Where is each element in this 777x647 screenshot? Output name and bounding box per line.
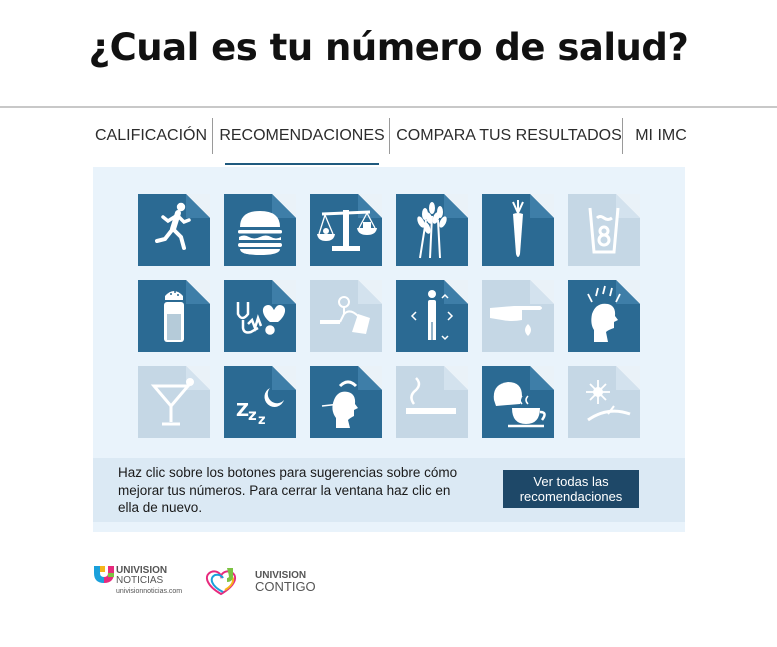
tile-smoking[interactable] xyxy=(396,366,468,438)
tab-recomendaciones[interactable]: RECOMENDACIONES xyxy=(219,118,385,165)
tab-separator xyxy=(622,118,623,154)
svg-text:z: z xyxy=(248,406,257,424)
logo-text: univisionnoticias.com xyxy=(116,588,182,595)
instruction-text: Haz clic sobre los botones para sugerenc… xyxy=(118,465,458,515)
salt-shaker-icon xyxy=(164,291,184,342)
view-all-recommendations-button[interactable]: Ver todas las recomendaciones xyxy=(503,470,639,508)
header-divider xyxy=(0,106,777,108)
tile-running[interactable] xyxy=(138,194,210,266)
univision-noticias-logo[interactable]: UNIVISION NOTICIAS univisionnoticias.com xyxy=(92,563,204,603)
tab-separator xyxy=(389,118,390,154)
tile-grains[interactable] xyxy=(396,194,468,266)
tile-stress[interactable] xyxy=(568,280,640,352)
tile-fever[interactable] xyxy=(310,366,382,438)
page-title: ¿Cual es tu número de salud? xyxy=(88,26,689,69)
tile-caffeine[interactable] xyxy=(482,366,554,438)
tile-blood-pressure[interactable] xyxy=(310,280,382,352)
tab-separator xyxy=(212,118,213,154)
tile-water[interactable] xyxy=(568,194,640,266)
tile-glucose[interactable] xyxy=(482,280,554,352)
tile-salt[interactable] xyxy=(138,280,210,352)
tile-body-measure[interactable] xyxy=(396,280,468,352)
tile-heart-health[interactable] xyxy=(224,280,296,352)
logo-text: CONTIGO xyxy=(255,579,316,594)
tile-relax[interactable] xyxy=(568,366,640,438)
logo-text: NOTICIAS xyxy=(116,575,164,586)
tile-vegetables[interactable] xyxy=(482,194,554,266)
tile-alcohol[interactable] xyxy=(138,366,210,438)
tab-mi-imc[interactable]: MI IMC xyxy=(634,118,688,154)
contigo-heart-icon xyxy=(205,568,237,596)
tile-balance[interactable] xyxy=(310,194,382,266)
tile-sleep[interactable]: Z z z xyxy=(224,366,296,438)
univision-u-icon xyxy=(94,566,114,583)
info-bar: Haz clic sobre los botones para sugerenc… xyxy=(93,458,685,522)
recommendations-panel: Z z z Haz clic sobre los botones para su… xyxy=(93,167,685,532)
tile-food[interactable] xyxy=(224,194,296,266)
svg-text:z: z xyxy=(258,413,266,428)
tab-calificacion[interactable]: CALIFICACIÓN xyxy=(95,118,207,154)
tab-bar: CALIFICACIÓN RECOMENDACIONES COMPARA TUS… xyxy=(0,118,777,166)
tab-compara-resultados[interactable]: COMPARA TUS RESULTADOS xyxy=(396,118,622,154)
univision-contigo-logo[interactable]: UNIVISION CONTIGO xyxy=(201,564,331,598)
